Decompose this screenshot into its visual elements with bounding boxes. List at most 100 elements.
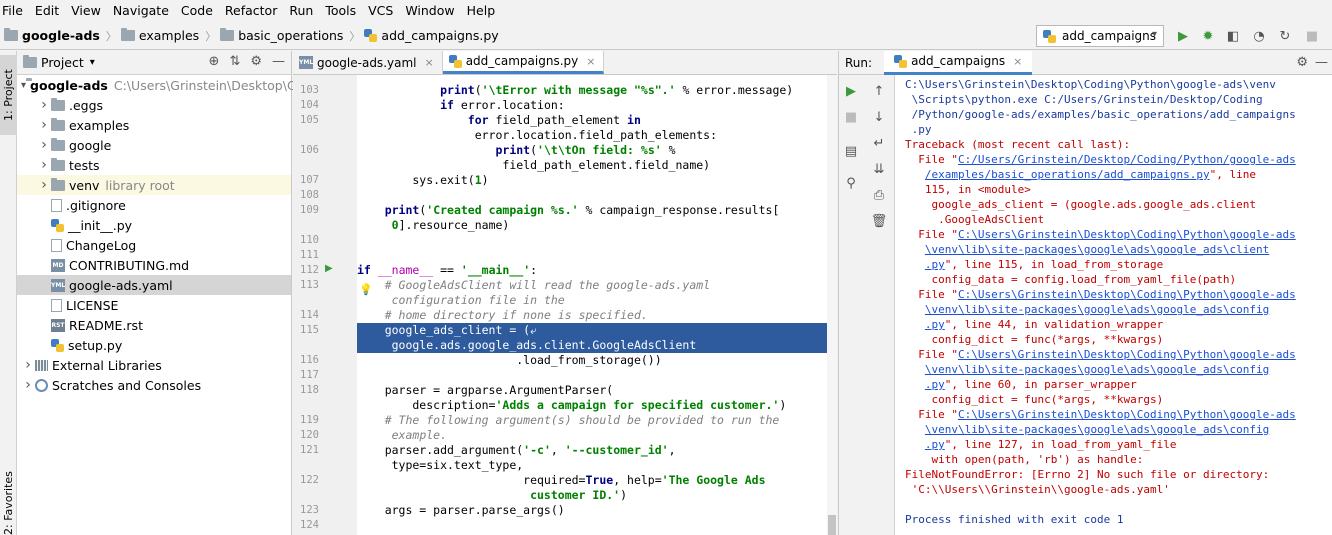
favorites-tool-tab[interactable]: 2: Favorites — [0, 471, 17, 535]
console-file-link[interactable]: .py — [925, 318, 945, 331]
soft-wrap-icon[interactable]: ↵ — [869, 133, 889, 153]
editor-scrollbar[interactable] — [827, 75, 837, 535]
chevron-right-icon[interactable]: › — [37, 97, 51, 113]
menu-item-refactor[interactable]: Refactor — [219, 0, 283, 22]
tree-item[interactable]: __init__.py — [17, 215, 291, 235]
chevron-right-icon[interactable]: › — [37, 117, 51, 133]
lightbulb-icon[interactable]: 💡 — [359, 283, 373, 296]
run-icon[interactable]: ▶ — [1174, 27, 1192, 45]
chevron-down-icon[interactable]: ▾ — [21, 80, 26, 91]
breadcrumb-item[interactable]: add_campaigns.py — [364, 28, 499, 43]
chevron-right-icon[interactable]: › — [37, 137, 51, 153]
tree-item[interactable]: › google — [17, 135, 291, 155]
chevron-right-icon[interactable]: › — [21, 357, 35, 373]
console-file-link[interactable]: C:\Users\Grinstein\Desktop\Coding\Python… — [958, 228, 1296, 241]
console-text: google_ads_client = (google.ads.google_a… — [905, 198, 1256, 211]
tree-item[interactable]: › External Libraries — [17, 355, 291, 375]
console-text: File " — [905, 408, 958, 421]
console-output[interactable]: C:\Users\Grinstein\Desktop\Coding\Python… — [901, 75, 1332, 535]
breadcrumb-item[interactable]: basic_operations — [220, 28, 343, 43]
line-number: 104 — [300, 99, 319, 111]
tree-item[interactable]: YML google-ads.yaml — [17, 275, 291, 295]
tree-item[interactable]: › tests — [17, 155, 291, 175]
code-area[interactable]: print('\tError with message "%s".' % err… — [357, 75, 827, 535]
menu-item-navigate[interactable]: Navigate — [107, 0, 175, 22]
project-tool-tab[interactable]: 1: Project — [0, 55, 17, 135]
tree-item[interactable]: LICENSE — [17, 295, 291, 315]
profile-icon[interactable]: ◔ — [1250, 27, 1268, 45]
run-gutter-icon[interactable]: ▶ — [325, 263, 333, 274]
scratches-icon — [35, 378, 48, 392]
arrow-up-icon[interactable]: ↑ — [869, 81, 889, 101]
pin-icon[interactable]: ⚲ — [841, 173, 861, 193]
minimize-icon[interactable]: — — [272, 54, 285, 69]
console-file-link[interactable]: .py — [925, 378, 945, 391]
tree-item[interactable]: › venv library root — [17, 175, 291, 195]
gear-icon[interactable]: ⚙ — [250, 54, 262, 69]
console-file-link[interactable]: .py — [925, 438, 945, 451]
locate-icon[interactable]: ⊕ — [209, 54, 220, 69]
more-actions-icon[interactable]: ↻ — [1276, 27, 1294, 45]
breadcrumb-item[interactable]: google-ads — [4, 28, 100, 43]
tree-item[interactable]: › examples — [17, 115, 291, 135]
debug-icon[interactable]: ✹ — [1199, 27, 1217, 45]
tree-item[interactable]: .gitignore — [17, 195, 291, 215]
editor-tab[interactable]: add_campaigns.py × — [442, 51, 605, 74]
close-icon[interactable]: × — [424, 56, 433, 69]
project-view-select[interactable]: Project ▾ — [23, 55, 95, 70]
tree-item[interactable]: ChangeLog — [17, 235, 291, 255]
scrollbar-thumb[interactable] — [828, 515, 836, 535]
menu-item-edit[interactable]: Edit — [29, 0, 65, 22]
menu-item-help[interactable]: Help — [461, 0, 502, 22]
console-file-link[interactable]: \venv\lib\site-packages\google\ads\googl… — [925, 363, 1269, 376]
console-file-link[interactable]: \venv\lib\site-packages\google\ads\googl… — [925, 423, 1269, 436]
menu-item-window[interactable]: Window — [399, 0, 460, 22]
console-file-link[interactable]: C:/Users/Grinstein/Desktop/Coding/Python… — [958, 153, 1296, 166]
rerun-icon[interactable]: ▶ — [841, 81, 861, 101]
tree-item[interactable]: setup.py — [17, 335, 291, 355]
console-file-link[interactable]: C:\Users\Grinstein\Desktop\Coding\Python… — [958, 288, 1296, 301]
chevron-right-icon[interactable]: › — [37, 177, 51, 193]
console-file-link[interactable]: .py — [925, 258, 945, 271]
gear-icon[interactable]: ⚙ — [1296, 55, 1308, 70]
trash-icon[interactable]: 🗑 — [869, 211, 889, 231]
console-file-link[interactable]: /examples/basic_operations/add_campaigns… — [925, 168, 1210, 181]
console-file-link[interactable]: C:\Users\Grinstein\Desktop\Coding\Python… — [958, 348, 1296, 361]
code-line: # The following argument(s) should be pr… — [384, 413, 780, 427]
tree-item[interactable]: ▾ google-ads C:\Users\Grinstein\Desktop\Co… — [17, 75, 311, 95]
arrow-down-icon[interactable]: ↓ — [869, 107, 889, 127]
chevron-right-icon[interactable]: › — [37, 157, 51, 173]
collapse-icon[interactable]: ⇅ — [229, 54, 240, 69]
layout-icon[interactable]: ▤ — [841, 141, 861, 161]
coverage-icon[interactable]: ◧ — [1224, 27, 1242, 45]
stop-icon[interactable]: ■ — [1303, 27, 1321, 45]
tree-item[interactable]: › Scratches and Consoles — [17, 375, 291, 395]
close-icon[interactable]: × — [586, 55, 595, 68]
menu-item-run[interactable]: Run — [283, 0, 319, 22]
menu-item-code[interactable]: Code — [175, 0, 219, 22]
tree-item[interactable]: MD CONTRIBUTING.md — [17, 255, 291, 275]
menu-item-tools[interactable]: Tools — [319, 0, 362, 22]
tree-item[interactable]: RST README.rst — [17, 315, 291, 335]
console-file-link[interactable]: C:\Users\Grinstein\Desktop\Coding\Python… — [958, 408, 1296, 421]
console-file-link[interactable]: \venv\lib\site-packages\google\ads\googl… — [925, 303, 1269, 316]
code-line: type=six.text_type, — [357, 458, 524, 472]
run-tab[interactable]: add_campaigns × — [884, 50, 1033, 75]
console-line: /examples/basic_operations/add_campaigns… — [905, 167, 1256, 182]
close-icon[interactable]: × — [1013, 55, 1022, 68]
menu-item-file[interactable]: File — [0, 0, 29, 22]
menu-item-vcs[interactable]: VCS — [362, 0, 399, 22]
breadcrumb-item[interactable]: examples — [120, 28, 199, 43]
tree-item[interactable]: › .eggs — [17, 95, 291, 115]
stop-icon[interactable]: ■ — [841, 107, 861, 127]
menu-item-view[interactable]: View — [65, 0, 107, 22]
chevron-right-icon[interactable]: › — [21, 377, 35, 393]
minimize-icon[interactable]: — — [1315, 55, 1328, 70]
run-config-select[interactable]: add_campaigns ▾ — [1036, 25, 1164, 47]
console-file-link[interactable]: \venv\lib\site-packages\google\ads\googl… — [925, 243, 1269, 256]
run-panel-header: Run: add_campaigns × ⚙ — — [839, 50, 1332, 75]
print-icon[interactable]: ⎙ — [869, 185, 889, 205]
scroll-to-end-icon[interactable]: ⇊ — [869, 159, 889, 179]
editor-tab[interactable]: YML google-ads.yaml × — [293, 51, 443, 74]
console-line: File "C:/Users/Grinstein/Desktop/Coding/… — [905, 152, 1296, 167]
